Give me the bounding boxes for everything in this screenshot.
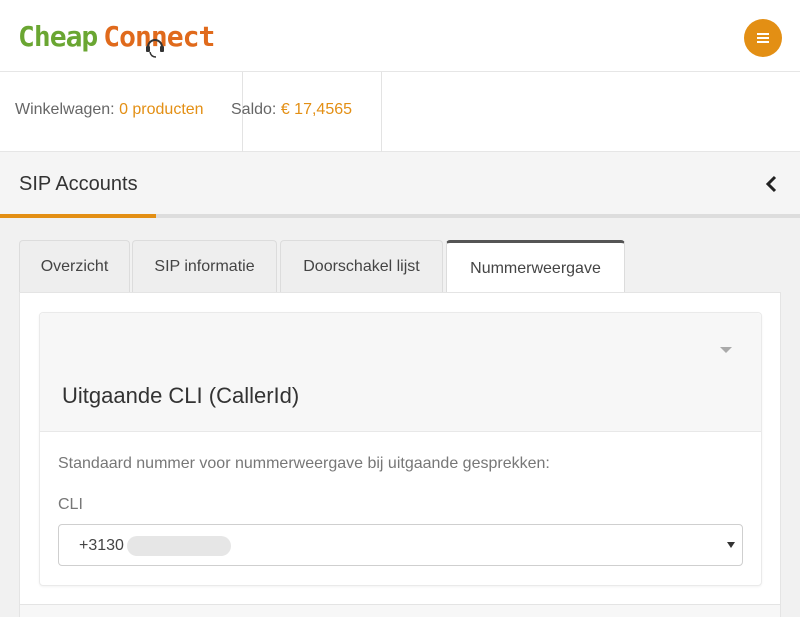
tab-doorschakel-lijst[interactable]: Doorschakel lijst (280, 240, 443, 292)
logo-cheap: Cheap (18, 20, 98, 53)
page-header: SIP Accounts (0, 152, 800, 218)
cli-description: Standaard nummer voor nummerweergave bij… (58, 455, 550, 472)
collapse-button[interactable] (760, 172, 782, 196)
menu-button[interactable] (744, 19, 782, 57)
headset-icon (146, 39, 164, 58)
caret-down-icon[interactable] (720, 347, 732, 353)
cli-select-value: +3130 (79, 537, 124, 554)
chevron-left-icon (765, 175, 777, 193)
cli-label: CLI (58, 496, 83, 513)
cart-summary[interactable]: Winkelwagen: 0 producten (15, 101, 204, 119)
cart-label: Winkelwagen: (15, 101, 115, 118)
balance-value[interactable]: € 17,4565 (281, 101, 352, 118)
tab-sip-informatie[interactable]: SIP informatie (132, 240, 277, 292)
cart-value[interactable]: 0 producten (119, 101, 204, 118)
dropdown-arrow-icon (727, 542, 735, 548)
balance-label: Saldo: (231, 101, 277, 118)
balance-summary: Saldo: € 17,4565 (231, 101, 352, 119)
tab-overzicht[interactable]: Overzicht (19, 240, 130, 292)
redacted-number (127, 536, 231, 556)
page-title: SIP Accounts (19, 173, 138, 195)
cli-select[interactable]: +3130 (58, 524, 743, 566)
account-infobar: Winkelwagen: 0 producten Saldo: € 17,456… (0, 72, 800, 152)
divider (381, 72, 382, 152)
card-title: Uitgaande CLI (CallerId) (62, 383, 300, 408)
card-header[interactable]: Uitgaande CLI (CallerId) (40, 313, 761, 432)
next-section (20, 605, 780, 617)
cheapconnect-logo[interactable]: Cheap Connect (18, 20, 215, 58)
tab-nummerweergave[interactable]: Nummerweergave (446, 240, 625, 294)
hamburger-icon (757, 33, 769, 43)
top-header: Cheap Connect (0, 0, 800, 72)
